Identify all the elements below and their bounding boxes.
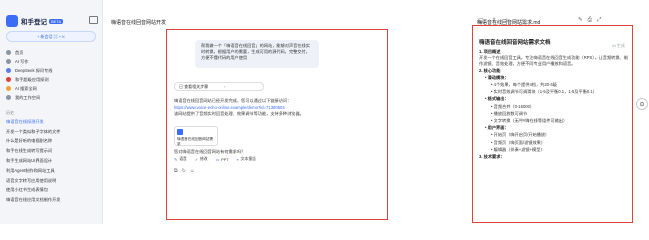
list-group: • 滑动模块： [485, 74, 509, 80]
chip-report[interactable]: ≡ 文本报告 [237, 157, 256, 162]
history-item[interactable]: 和手生成网站UI界面设计 [6, 156, 98, 166]
history-list: 嗨语音在线探测开发 开发一个类似和子字体的文件 什么是好听的电视剧名称 和手在线… [6, 117, 98, 205]
slides-icon: ▭ [215, 158, 220, 162]
history-item[interactable]: 什么是好听的电视剧名称 [6, 137, 98, 147]
list-item: • 4个效果，每个提供4档，共20-4级 [491, 82, 557, 87]
chevron-down-icon: › [224, 84, 226, 89]
home-icon [6, 50, 11, 55]
history-item[interactable]: 和手在线生成转写提示词 [6, 146, 98, 156]
new-chat-button[interactable]: + 新会话 ⌘ + K [6, 31, 96, 42]
logo-icon [6, 15, 18, 27]
sidebar-item-super-app[interactable]: 和手超级应用探测 [6, 75, 96, 84]
list-item: • 实时音效调节可调滑块（1-5及平衡0.1，1-5及平衡0.1） [491, 89, 597, 95]
user-message-bubble: 帮我做一个「嗨语音在线回音」的网站，能够对声音在线实时转换，根据用户的需要，生成… [195, 40, 319, 68]
list-group: • 格式输出： [485, 96, 509, 102]
sidebar-collapse-icon[interactable] [89, 16, 98, 24]
section-heading: 3. 技术要求： [479, 154, 505, 160]
thinking-steps-toggle[interactable]: 已 查看相关步骤 › [174, 82, 264, 91]
history-section-label: 历史 [6, 110, 14, 115]
answer-note: 该网站提供了音频实时回音处理、效果调节等功能，支持多种浏览器。 [174, 111, 304, 117]
thinking-label: 已 查看相关步骤 [179, 83, 209, 89]
chip-ppt[interactable]: ▭ PPT [215, 157, 229, 163]
list-item: • 音频合并（0-16000） [491, 103, 535, 109]
floating-assistant-button[interactable]: ⊙ [636, 98, 648, 110]
sidebar-item-label: AI 写作 [15, 58, 29, 64]
file-card-name: 嗨语音在线回音网站需求 [177, 137, 213, 146]
history-item[interactable]: 使用小红书生成表情包 [6, 186, 98, 196]
list-group: • 用户界面： [485, 125, 509, 131]
answer-intro: 嗨语音在线回音网站已经开发完成，您可以通过以下链接访问： [174, 98, 292, 103]
list-item: • 音频页（嗨页面/滤镜效果） [491, 139, 546, 145]
list-item: • 开始页（嗨开启页/开始播放） [491, 132, 550, 138]
sidebar: 和手登记 BETA + 新会话 ⌘ + K 首页 AI 写作 DeepSeek … [0, 0, 103, 224]
edit-icon[interactable]: ✎ [578, 17, 583, 24]
chip-label: 语音 [179, 157, 187, 161]
document-body: 嗨语音在线回音网站需求文档 1. 项目概述 开发一个在线回音工具，专注嗨语音在线… [479, 40, 629, 160]
sidebar-item-ai-search[interactable]: AI 搜索全网 [6, 84, 96, 93]
suggestion-chips: ✎ 语音 ✓ 修改 ▭ PPT ≡ 文本报告 [174, 157, 264, 162]
chip-edit[interactable]: ✓ 修改 [195, 157, 208, 162]
app-window: 和手登记 BETA + 新会话 ⌘ + K 首页 AI 写作 DeepSeek … [0, 0, 649, 224]
print-icon[interactable]: ⎙ [588, 17, 592, 24]
app-icon [6, 77, 11, 82]
pen-icon [6, 59, 11, 64]
document-toolbar: ✎ ⎙ ⤢ [578, 17, 606, 24]
sidebar-item-label: 我的工作空间 [15, 94, 41, 100]
list-item: • 文字转换（无/中/嗨在线等组件可输出） [491, 118, 568, 124]
chip-label: 文本报告 [240, 157, 256, 161]
message-actions: ⧉ ↻ ☺ [174, 168, 199, 174]
app-logo[interactable]: 和手登记 BETA [6, 15, 64, 27]
document-icon [177, 129, 183, 135]
report-icon: ≡ [236, 157, 239, 162]
folder-icon [6, 95, 11, 100]
check-icon: ✓ [194, 158, 198, 162]
refresh-icon[interactable]: ↻ [182, 168, 186, 174]
sidebar-item-workspace[interactable]: 我的工作空间 [6, 93, 96, 102]
expand-icon[interactable]: ⤢ [597, 17, 601, 24]
section-body: 开发一个在线回音工具，专注嗨语音在线回音生成功能（RPS），让音频转换、制作滤镜… [479, 55, 628, 66]
followup-question: 您对嗨语音在线回音网站有何需求吗？ [174, 149, 246, 154]
sidebar-item-label: 首页 [15, 49, 24, 55]
sidebar-item-deepseek[interactable]: DeepSeek 探问专线 [6, 66, 96, 75]
list-item: • 播放回放数可调节 [491, 110, 528, 116]
chip-label: PPT [221, 157, 229, 162]
document-file-name: 嗨语音在线回音网站需求.md [477, 20, 541, 26]
list-item: • 编辑器（伴奏+滤镜+模型） [491, 146, 545, 152]
sidebar-item-label: DeepSeek 探问专线 [15, 67, 53, 73]
history-item[interactable]: 利用Agent制作和网站工具 [6, 166, 98, 176]
file-card[interactable]: 嗨语音在线回音网站需求 [174, 126, 218, 146]
pen-icon: ✎ [174, 158, 178, 162]
sidebar-nav: 首页 AI 写作 DeepSeek 探问专线 和手超级应用探测 AI 搜索全网 … [6, 48, 96, 102]
sidebar-item-label: AI 搜索全网 [15, 85, 37, 91]
sidebar-item-home[interactable]: 首页 [6, 48, 96, 57]
search-icon [6, 86, 11, 91]
history-item[interactable]: 嗨语音在线探测开发 [6, 117, 98, 127]
deepseek-icon [6, 68, 11, 73]
chip-label: 修改 [199, 157, 208, 161]
section-heading: 2. 核心功能 [479, 67, 501, 73]
app-name: 和手登记 [21, 19, 47, 26]
sidebar-item-label: 和手超级应用探测 [15, 76, 49, 82]
feedback-icon[interactable]: ☺ [190, 168, 195, 174]
beta-badge: BETA [49, 18, 64, 24]
assistant-answer: 嗨语音在线回音网站已经开发完成，您可以通过以下链接访问： https://www… [174, 98, 364, 118]
copy-icon[interactable]: ⧉ [174, 168, 178, 174]
chip-voice[interactable]: ✎ 语音 [174, 157, 187, 162]
sidebar-item-ai-writing[interactable]: AI 写作 [6, 57, 96, 66]
history-item[interactable]: 嗨语音在线应用文档制作开发 [6, 195, 98, 205]
history-item[interactable]: 语音文字转写应用使用说明 [6, 176, 98, 186]
history-item[interactable]: 开发一个类似和子字体的文件 [6, 127, 98, 137]
document-heading: 嗨语音在线回音网站需求文档 [479, 40, 551, 46]
conversation-title: 嗨语音在线回音网站开发 [111, 20, 167, 26]
